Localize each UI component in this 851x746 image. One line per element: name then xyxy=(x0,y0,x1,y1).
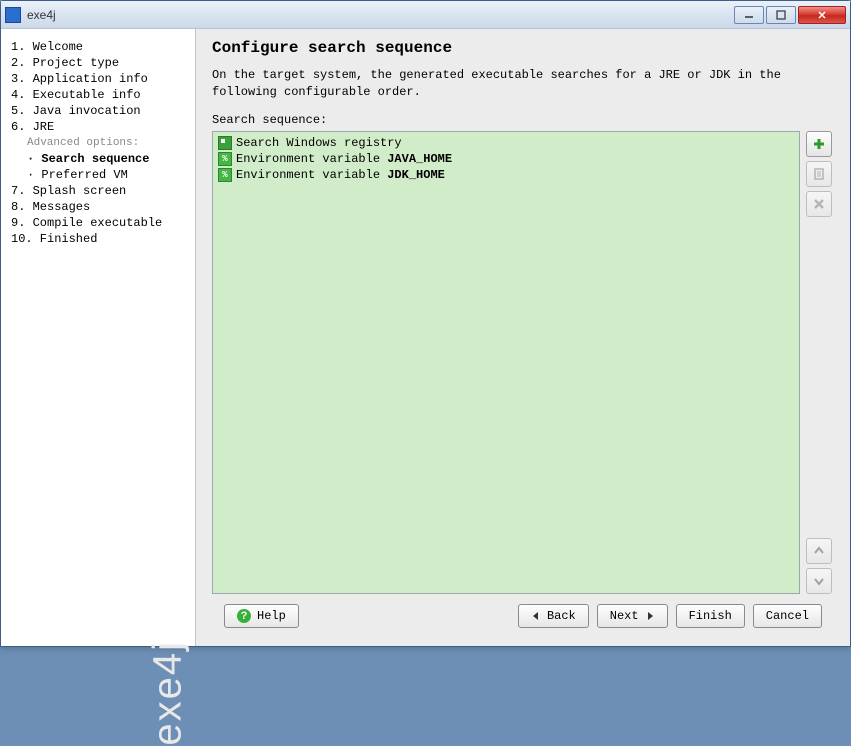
add-button[interactable] xyxy=(806,131,832,157)
wizard-step-6[interactable]: 6. JRE xyxy=(11,119,185,135)
wizard-footer: ? Help Back Next Finish Cancel xyxy=(212,594,834,636)
next-label: Next xyxy=(610,609,639,623)
help-icon: ? xyxy=(237,609,251,623)
help-button[interactable]: ? Help xyxy=(224,604,299,628)
envvar-icon: % xyxy=(218,152,232,166)
wizard-substep-search-sequence[interactable]: Search sequence xyxy=(11,151,185,167)
registry-icon xyxy=(218,136,232,150)
wizard-step-1[interactable]: 1. Welcome xyxy=(11,39,185,55)
back-label: Back xyxy=(547,609,576,623)
edit-button[interactable] xyxy=(806,161,832,187)
page-description: On the target system, the generated exec… xyxy=(212,67,834,101)
watermark: exe4j xyxy=(146,640,191,746)
cancel-button[interactable]: Cancel xyxy=(753,604,822,628)
close-button[interactable] xyxy=(798,6,846,24)
wizard-substep-preferred-vm[interactable]: Preferred VM xyxy=(11,167,185,183)
wizard-sidebar: 1. Welcome2. Project type3. Application … xyxy=(1,29,196,646)
back-button[interactable]: Back xyxy=(518,604,589,628)
wizard-step-8[interactable]: 8. Messages xyxy=(11,199,185,215)
arrow-left-icon xyxy=(531,611,541,621)
titlebar[interactable]: exe4j xyxy=(1,1,850,29)
window-title: exe4j xyxy=(27,8,734,22)
move-down-button[interactable] xyxy=(806,568,832,594)
content-area: 1. Welcome2. Project type3. Application … xyxy=(1,29,850,646)
finish-button[interactable]: Finish xyxy=(676,604,745,628)
main-panel: Configure search sequence On the target … xyxy=(196,29,850,646)
list-item[interactable]: Search Windows registry xyxy=(216,135,796,151)
next-button[interactable]: Next xyxy=(597,604,668,628)
list-item[interactable]: % Environment variable JDK_HOME xyxy=(216,167,796,183)
wizard-step-7[interactable]: 7. Splash screen xyxy=(11,183,185,199)
move-up-button[interactable] xyxy=(806,538,832,564)
help-label: Help xyxy=(257,609,286,623)
window-control-buttons xyxy=(734,6,846,24)
list-item[interactable]: % Environment variable JAVA_HOME xyxy=(216,151,796,167)
list-tools xyxy=(806,131,834,594)
maximize-button[interactable] xyxy=(766,6,796,24)
remove-button[interactable] xyxy=(806,191,832,217)
sequence-row: Search Windows registry% Environment vari… xyxy=(212,131,834,594)
list-item-label: Search Windows registry xyxy=(236,136,402,150)
advanced-options-label: Advanced options: xyxy=(11,135,185,151)
list-item-label: Environment variable JDK_HOME xyxy=(236,168,445,182)
search-sequence-list[interactable]: Search Windows registry% Environment vari… xyxy=(212,131,800,594)
cancel-label: Cancel xyxy=(766,609,809,623)
wizard-step-3[interactable]: 3. Application info xyxy=(11,71,185,87)
app-window: exe4j 1. Welcome2. Project type3. Applic… xyxy=(0,0,851,647)
wizard-step-9[interactable]: 9. Compile executable xyxy=(11,215,185,231)
wizard-step-10[interactable]: 10. Finished xyxy=(11,231,185,247)
envvar-icon: % xyxy=(218,168,232,182)
sequence-label: Search sequence: xyxy=(212,113,834,127)
app-icon xyxy=(5,7,21,23)
arrow-right-icon xyxy=(645,611,655,621)
list-item-label: Environment variable JAVA_HOME xyxy=(236,152,452,166)
finish-label: Finish xyxy=(689,609,732,623)
wizard-step-4[interactable]: 4. Executable info xyxy=(11,87,185,103)
wizard-step-2[interactable]: 2. Project type xyxy=(11,55,185,71)
minimize-button[interactable] xyxy=(734,6,764,24)
page-title: Configure search sequence xyxy=(212,39,834,57)
wizard-step-5[interactable]: 5. Java invocation xyxy=(11,103,185,119)
